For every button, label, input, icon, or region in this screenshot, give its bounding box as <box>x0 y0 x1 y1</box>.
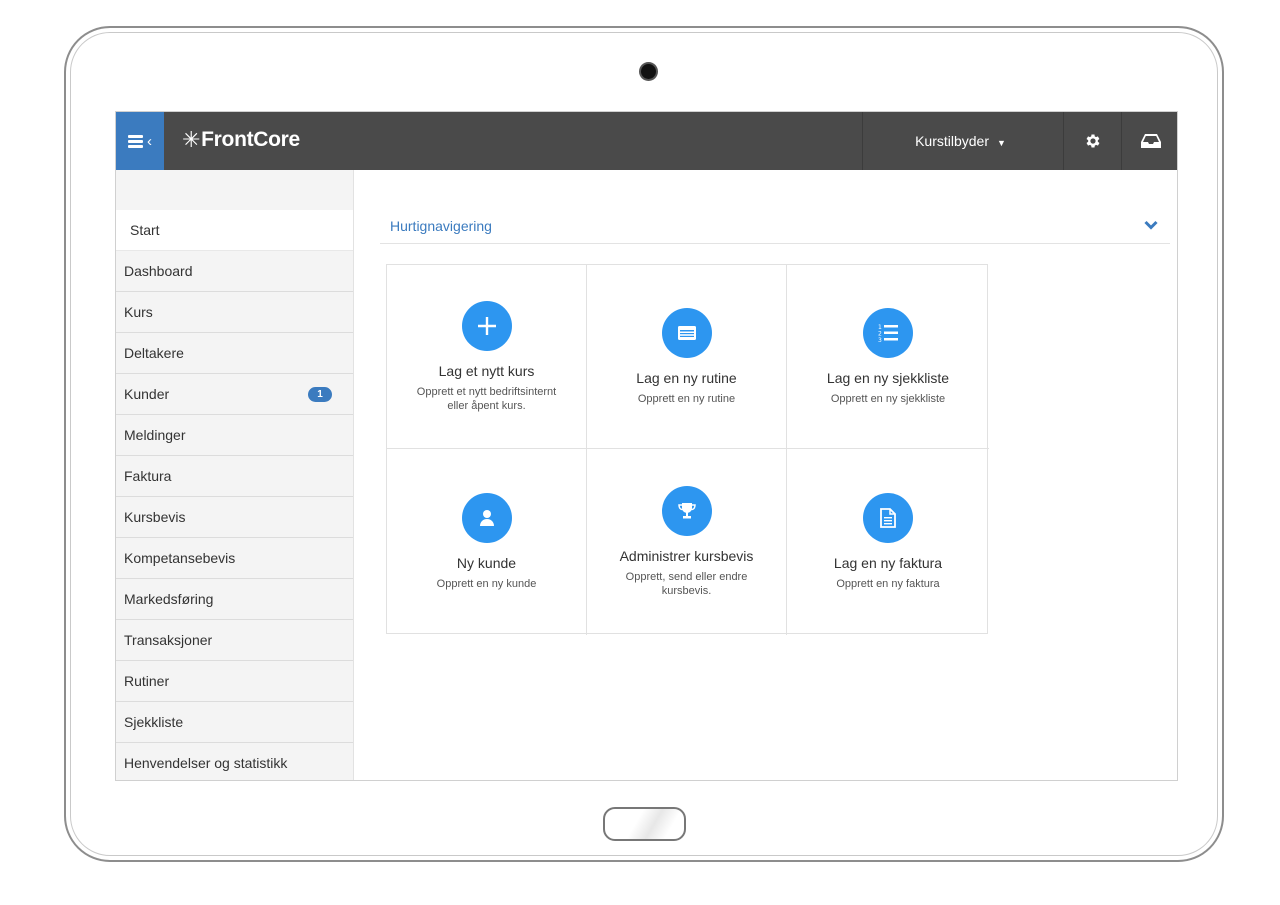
main-content: Hurtignavigering Lag et nytt kurs Oppret… <box>354 170 1177 780</box>
sidebar-item-start[interactable]: Start <box>116 210 353 251</box>
section-title: Hurtignavigering <box>390 218 492 234</box>
tile-description: Opprett et nytt bedriftsinternt eller åp… <box>416 385 557 412</box>
menu-toggle-button[interactable]: ‹ <box>116 112 164 170</box>
quick-nav-grid: Lag et nytt kurs Opprett et nytt bedrift… <box>386 264 989 635</box>
tile-title: Lag en ny sjekkliste <box>826 369 950 386</box>
document-icon <box>863 493 913 543</box>
hamburger-icon <box>128 134 143 148</box>
chevron-left-icon: ‹ <box>147 132 152 150</box>
sidebar: Start Dashboard Kurs Deltakere Kunder 1 … <box>116 170 354 780</box>
logo-text: FrontCore <box>201 128 300 151</box>
gear-icon <box>1086 134 1099 148</box>
tile-title: Lag en ny faktura <box>833 555 943 571</box>
tile-description: Opprett en ny faktura <box>836 578 940 590</box>
user-icon <box>461 493 512 543</box>
notification-badge: 1 <box>308 387 332 402</box>
tile-description: Opprett, send eller endre kursbevis. <box>625 571 748 597</box>
logo[interactable]: ✳ FrontCore <box>182 126 300 154</box>
tile-manage-certificates[interactable]: Administrer kursbevis Opprett, send elle… <box>587 449 787 635</box>
inbox-button[interactable] <box>1121 112 1177 170</box>
sidebar-item-label: Henvendelser og statistikk <box>124 755 288 771</box>
camera-icon <box>641 64 656 79</box>
sidebar-item-label: Dashboard <box>124 263 193 279</box>
tile-new-course[interactable]: Lag et nytt kurs Opprett et nytt bedrift… <box>387 265 587 449</box>
sidebar-item-henvendelser[interactable]: Henvendelser og statistikk <box>116 743 353 780</box>
calendar-icon <box>661 307 712 358</box>
tile-title: Administrer kursbevis <box>619 548 754 564</box>
sidebar-item-kursbevis[interactable]: Kursbevis <box>116 497 353 538</box>
sidebar-item-label: Kurs <box>124 304 153 320</box>
sidebar-item-label: Sjekkliste <box>124 714 184 730</box>
sidebar-item-label: Deltakere <box>124 345 184 361</box>
sidebar-item-label: Transaksjoner <box>124 632 213 648</box>
sidebar-item-meldinger[interactable]: Meldinger <box>116 415 353 456</box>
sidebar-item-markedsforing[interactable]: Markedsføring <box>116 579 353 620</box>
tile-title: Lag et nytt kurs <box>438 362 535 379</box>
tile-description: Opprett en ny kunde <box>436 578 537 590</box>
app-screen: ‹ ✳ FrontCore Kurstilbyder ▼ Start Dashb… <box>115 111 1178 781</box>
sidebar-item-label: Faktura <box>124 468 172 484</box>
sidebar-item-deltakere[interactable]: Deltakere <box>116 333 353 374</box>
sidebar-item-sjekkliste[interactable]: Sjekkliste <box>116 702 353 743</box>
sidebar-item-label: Markedsføring <box>124 591 214 607</box>
sidebar-item-kurs[interactable]: Kurs <box>116 292 353 333</box>
logo-star-icon: ✳ <box>182 127 201 152</box>
sidebar-item-label: Kompetansebevis <box>124 550 236 566</box>
tile-description: Opprett en ny rutine <box>637 392 736 405</box>
sidebar-item-transaksjoner[interactable]: Transaksjoner <box>116 620 353 661</box>
trophy-icon <box>661 486 712 536</box>
tile-new-checklist[interactable]: 1 2 3 Lag en ny sjekkliste Opprett en ny… <box>787 265 989 449</box>
chevron-down-icon[interactable] <box>1144 220 1158 230</box>
top-bar: ‹ ✳ FrontCore Kurstilbyder ▼ <box>116 112 1177 170</box>
sidebar-item-kompetansebevis[interactable]: Kompetansebevis <box>116 538 353 579</box>
tile-description: Opprett en ny sjekkliste <box>830 392 946 405</box>
tile-new-customer[interactable]: Ny kunde Opprett en ny kunde <box>387 449 587 635</box>
numbered-list-icon: 1 2 3 <box>863 307 913 358</box>
tile-new-routine[interactable]: Lag en ny rutine Opprett en ny rutine <box>587 265 787 449</box>
inbox-icon <box>1140 134 1161 148</box>
sidebar-item-label: Kursbevis <box>124 509 186 525</box>
role-label: Kurstilbyder <box>915 133 989 149</box>
plus-icon <box>461 300 512 351</box>
role-dropdown[interactable]: Kurstilbyder ▼ <box>862 112 1058 170</box>
sidebar-item-label: Rutiner <box>124 673 170 689</box>
sidebar-item-label: Start <box>130 222 160 238</box>
sidebar-item-kunder[interactable]: Kunder 1 <box>116 374 353 415</box>
sidebar-item-faktura[interactable]: Faktura <box>116 456 353 497</box>
sidebar-item-label: Meldinger <box>124 427 186 443</box>
quick-nav-header[interactable]: Hurtignavigering <box>380 210 1170 244</box>
sidebar-item-rutiner[interactable]: Rutiner <box>116 661 353 702</box>
tile-title: Ny kunde <box>456 555 517 571</box>
tile-new-invoice[interactable]: Lag en ny faktura Opprett en ny faktura <box>787 449 989 635</box>
sidebar-item-label: Kunder <box>124 386 170 402</box>
settings-button[interactable] <box>1063 112 1121 170</box>
home-button[interactable] <box>603 807 686 841</box>
caret-down-icon: ▼ <box>997 138 1006 148</box>
tile-title: Lag en ny rutine <box>636 369 737 386</box>
sidebar-item-dashboard[interactable]: Dashboard <box>116 251 353 292</box>
svg-text:3: 3 <box>878 337 882 343</box>
